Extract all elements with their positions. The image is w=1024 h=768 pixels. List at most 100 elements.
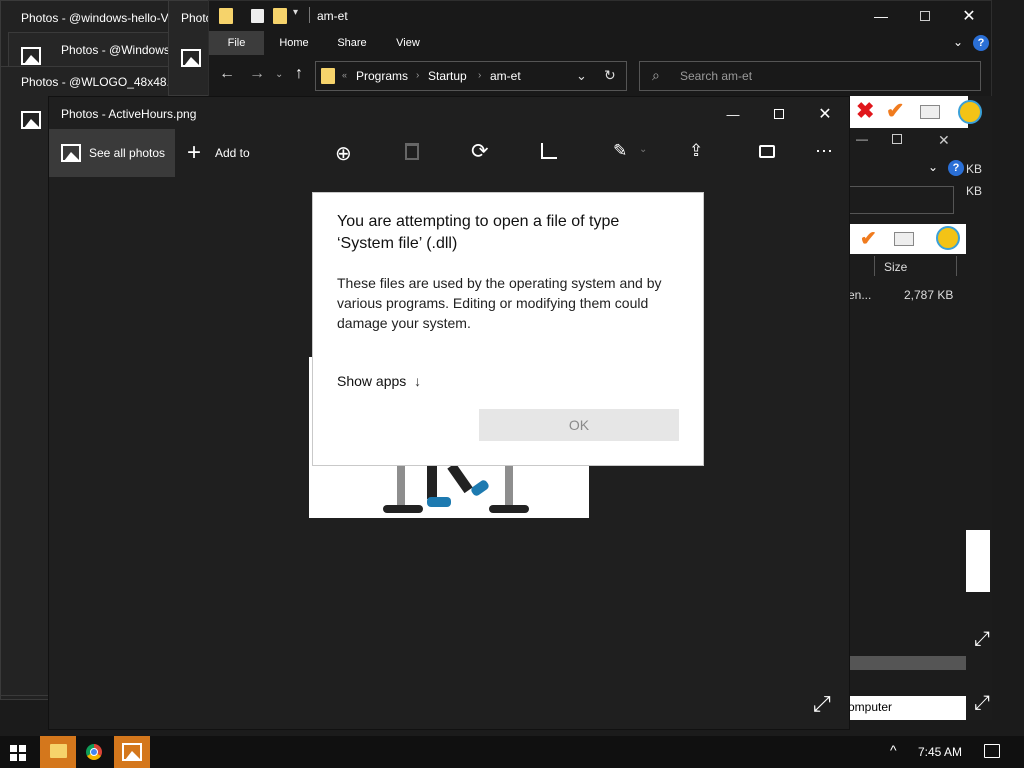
tab-home[interactable]: Home	[269, 31, 319, 55]
close-button[interactable]: ✕	[949, 3, 989, 29]
crop-icon[interactable]	[541, 143, 557, 159]
taskbar: ^ 7:45 AM	[0, 736, 1024, 768]
see-all-photos-button[interactable]: See all photos	[49, 129, 175, 177]
expand-icon[interactable]: ⤢	[974, 628, 990, 651]
new-folder-icon[interactable]	[273, 8, 287, 24]
search-icon: ⌕	[652, 67, 660, 83]
computer-label[interactable]: omputer	[848, 696, 966, 720]
chair-leg	[397, 463, 405, 507]
maximize-button[interactable]	[892, 134, 902, 144]
refresh-icon[interactable]: ↻	[604, 67, 616, 84]
email-icon[interactable]	[894, 232, 914, 246]
tab-share[interactable]: Share	[327, 31, 377, 55]
add-to-button[interactable]: + Add to	[183, 129, 263, 177]
ribbon-expand-icon[interactable]: ⌄	[928, 160, 938, 174]
notification-icon[interactable]	[984, 744, 1000, 758]
edit-dropdown-icon[interactable]: ⌄	[639, 144, 647, 155]
horizontal-scrollbar[interactable]	[848, 656, 966, 670]
address-dropdown-icon[interactable]: ⌄	[576, 68, 587, 84]
recent-dropdown-icon[interactable]: ⌄	[275, 69, 283, 80]
size-column-header[interactable]: Size	[884, 260, 907, 274]
shoe	[469, 478, 491, 498]
properties-icon[interactable]	[251, 9, 264, 23]
breadcrumb-programs[interactable]: Programs	[356, 69, 408, 83]
taskbar-photos[interactable]	[114, 736, 150, 768]
file-type-warning-dialog: You are attempting to open a file of typ…	[312, 192, 704, 466]
expand-icon[interactable]: ⤢	[974, 692, 990, 715]
share-icon[interactable]: ⇪	[689, 141, 703, 161]
address-bar[interactable]: « Programs › Startup › am-et ⌄ ↻	[315, 61, 627, 91]
plus-icon: +	[187, 139, 202, 166]
chrome-icon[interactable]	[86, 744, 102, 760]
windows-start-icon[interactable]	[10, 745, 26, 761]
photo-icon	[122, 743, 142, 761]
add-to-label: Add to	[215, 146, 250, 160]
checkmark-icon[interactable]: ✔	[886, 98, 904, 124]
breadcrumb-startup[interactable]: Startup	[428, 69, 467, 83]
checkmark-icon[interactable]: ✔	[860, 226, 877, 251]
help-icon[interactable]: ?	[948, 160, 964, 176]
email-icon[interactable]	[920, 105, 940, 119]
photo-icon	[181, 49, 201, 67]
folder-icon	[50, 744, 67, 758]
photo-icon	[21, 111, 41, 129]
back-arrow-icon[interactable]: ←	[219, 65, 235, 83]
red-x-icon[interactable]: ✖	[856, 98, 874, 124]
scrollbar[interactable]	[966, 530, 990, 592]
down-arrow-icon: ↓	[414, 373, 422, 389]
size-suffix-text: KB	[966, 162, 983, 176]
column-divider	[874, 256, 875, 276]
right-window-stack[interactable]: ✖ ✔ — ✕ ⌄ ? KB KB ✔ Size en... 2,787 KB …	[848, 96, 992, 720]
minimize-button[interactable]: —	[861, 3, 901, 29]
dialog-body: These files are used by the operating sy…	[337, 275, 662, 331]
chair-leg	[505, 463, 513, 507]
file-name-cell[interactable]: en...	[848, 288, 871, 302]
shoe	[427, 497, 451, 507]
photo-icon	[61, 144, 81, 162]
ok-button[interactable]: OK	[479, 409, 679, 441]
person-leg	[427, 463, 437, 499]
search-box[interactable]: ⌕ Search am-et	[639, 61, 981, 91]
rotate-icon[interactable]: ⟳	[471, 139, 489, 164]
maximize-button[interactable]	[761, 101, 797, 127]
ribbon-expand-icon[interactable]: ⌄	[953, 35, 963, 49]
close-button[interactable]: ✕	[938, 132, 950, 149]
minimize-button[interactable]: —	[715, 101, 751, 127]
minimize-button[interactable]: —	[856, 132, 884, 150]
tab-file[interactable]: File	[209, 31, 264, 55]
see-all-photos-label: See all photos	[89, 146, 166, 160]
window-title: Photos - @Windows	[61, 43, 170, 57]
show-apps-link[interactable]: Show apps ↓	[337, 373, 421, 389]
zoom-icon[interactable]: ⊕	[335, 141, 352, 166]
chevron-icon: ›	[416, 70, 420, 81]
tab-view[interactable]: View	[383, 31, 433, 55]
breadcrumb-am-et[interactable]: am-et	[490, 69, 521, 83]
file-size-cell: 2,787 KB	[904, 288, 954, 302]
taskbar-file-explorer[interactable]	[40, 736, 76, 768]
window-title: Photos - @windows-hello-V	[21, 11, 169, 25]
dialog-heading: You are attempting to open a file of typ…	[337, 213, 620, 252]
window-title: Photos - @WLOGO_48x48.p	[21, 75, 177, 89]
search-box[interactable]	[848, 186, 954, 214]
qat-dropdown-icon[interactable]: ▾	[293, 7, 298, 18]
forward-arrow-icon[interactable]: →	[249, 65, 265, 83]
more-icon[interactable]: ⋯	[815, 141, 833, 162]
close-button[interactable]: ✕	[807, 101, 843, 127]
chair-base	[383, 505, 423, 513]
help-icon[interactable]: ?	[973, 35, 989, 51]
shell-logo-icon[interactable]	[958, 100, 982, 124]
tray-chevron-icon[interactable]: ^	[890, 742, 897, 758]
shell-logo-icon[interactable]	[936, 226, 960, 250]
fullscreen-icon[interactable]: ⤢	[813, 691, 831, 717]
delete-icon[interactable]	[405, 143, 419, 160]
print-icon[interactable]	[759, 145, 775, 158]
file-explorer-window[interactable]: ▾ am-et — ✕ File Home Share View ⌄ ? ← →…	[208, 0, 992, 100]
up-arrow-icon[interactable]: ↑	[295, 65, 303, 83]
clock[interactable]: 7:45 AM	[918, 745, 962, 759]
chevron-icon: ›	[478, 70, 482, 81]
edit-icon[interactable]: ✎	[613, 141, 627, 161]
show-apps-label: Show apps	[337, 373, 407, 389]
folder-icon	[219, 8, 233, 24]
column-divider	[956, 256, 957, 276]
maximize-button[interactable]	[905, 3, 945, 29]
